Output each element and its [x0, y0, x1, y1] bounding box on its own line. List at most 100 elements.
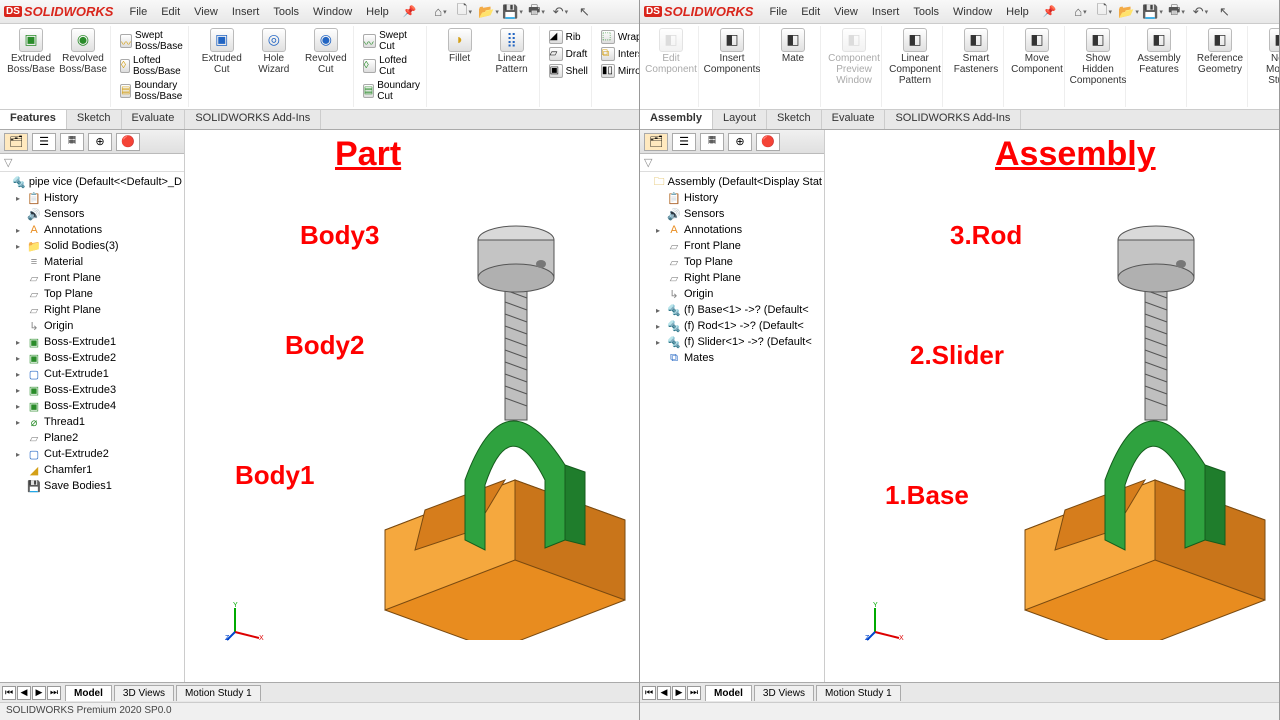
bottom-tab-3dviews[interactable]: 3D Views — [114, 685, 174, 701]
ribbon-button[interactable]: ◧Move Component — [1013, 28, 1061, 75]
bottom-tab-motion[interactable]: Motion Study 1 — [816, 685, 901, 701]
menu-window[interactable]: Window — [307, 4, 358, 20]
expand-icon[interactable]: ▸ — [16, 418, 24, 427]
open-icon[interactable]: 📂▾ — [1120, 4, 1136, 20]
tree-item[interactable]: ↳Origin — [642, 286, 822, 302]
bottom-tab-3dviews[interactable]: 3D Views — [754, 685, 814, 701]
expand-icon[interactable]: ▸ — [16, 386, 24, 395]
tree-item[interactable]: 🔊Sensors — [642, 206, 822, 222]
ribbon-button[interactable]: ◧Show Hidden Components — [1074, 28, 1122, 86]
expand-icon[interactable]: ▸ — [16, 402, 24, 411]
fm-tab-config-icon[interactable]: 𝄜 — [60, 133, 84, 151]
hole-wizard-button[interactable]: ◎Hole Wizard — [250, 28, 298, 75]
tree-item[interactable]: ▸▣Boss-Extrude4 — [2, 398, 182, 414]
tree-item[interactable]: ▸▢Cut-Extrude1 — [2, 366, 182, 382]
tree-item[interactable]: ▸▣Boss-Extrude3 — [2, 382, 182, 398]
fm-tab-dim-icon[interactable]: ⊕ — [728, 133, 752, 151]
print-icon[interactable]: 🖶▾ — [528, 4, 544, 20]
tree-item[interactable]: ▸📋History — [2, 190, 182, 206]
expand-icon[interactable]: ▸ — [16, 226, 24, 235]
tab-first-icon[interactable]: ⏮ — [642, 686, 656, 700]
expand-icon[interactable]: ▸ — [16, 194, 24, 203]
tab-sketch[interactable]: Sketch — [67, 110, 122, 129]
menu-help[interactable]: Help — [1000, 4, 1035, 20]
fm-tab-appear-icon[interactable]: 🔴 — [756, 133, 780, 151]
ribbon-button[interactable]: ◧Mate — [769, 28, 817, 64]
expand-icon[interactable]: ▸ — [656, 338, 664, 347]
fm-tab-dim-icon[interactable]: ⊕ — [88, 133, 112, 151]
intersect-button[interactable]: ⧉Intersect — [601, 47, 639, 61]
menu-edit[interactable]: Edit — [155, 4, 186, 20]
tab-evaluate[interactable]: Evaluate — [822, 110, 886, 129]
lofted-cut-button[interactable]: ◊Lofted Cut — [363, 55, 423, 77]
tree-item[interactable]: 💾Save Bodies1 — [2, 478, 182, 494]
expand-icon[interactable]: ▸ — [656, 322, 664, 331]
menu-insert[interactable]: Insert — [226, 4, 266, 20]
bottom-tab-model[interactable]: Model — [65, 685, 112, 701]
ribbon-button[interactable]: ◧Smart Fasteners — [952, 28, 1000, 75]
feature-tree-left[interactable]: 🔩pipe vice (Default<<Default>_D ▸📋Histor… — [0, 172, 184, 682]
tree-item[interactable]: ▱Right Plane — [2, 302, 182, 318]
tab-sketch[interactable]: Sketch — [767, 110, 822, 129]
ribbon-button[interactable]: ◧Assembly Features — [1135, 28, 1183, 75]
fm-tab-config-icon[interactable]: 𝄜 — [700, 133, 724, 151]
tree-item[interactable]: ↳Origin — [2, 318, 182, 334]
fillet-button[interactable]: ◗Fillet — [436, 28, 484, 75]
new-icon[interactable]: 🗋▾ — [1096, 4, 1112, 20]
tab-addins[interactable]: SOLIDWORKS Add-Ins — [885, 110, 1021, 129]
tree-item[interactable]: ⧉Mates — [642, 350, 822, 366]
tree-item[interactable]: ▸🔩(f) Rod<1> ->? (Default< — [642, 318, 822, 334]
fm-tab-prop-icon[interactable]: ☰ — [672, 133, 696, 151]
expand-icon[interactable]: ▸ — [16, 354, 24, 363]
menu-edit[interactable]: Edit — [795, 4, 826, 20]
extruded-boss-button[interactable]: ▣Extruded Boss/Base — [7, 28, 55, 75]
bottom-tab-model[interactable]: Model — [705, 685, 752, 701]
tree-item[interactable]: ▱Plane2 — [2, 430, 182, 446]
revolved-boss-button[interactable]: ◉Revolved Boss/Base — [59, 28, 107, 75]
menu-window[interactable]: Window — [947, 4, 998, 20]
undo-icon[interactable]: ↶▾ — [552, 4, 568, 20]
expand-icon[interactable]: ▸ — [16, 242, 24, 251]
expand-icon[interactable]: ▸ — [16, 450, 24, 459]
tree-item[interactable]: ▱Front Plane — [642, 238, 822, 254]
fm-tab-tree-icon[interactable]: 🗂 — [644, 133, 668, 151]
tab-addins[interactable]: SOLIDWORKS Add-Ins — [185, 110, 321, 129]
swept-boss-button[interactable]: 〰Swept Boss/Base — [120, 30, 185, 52]
tab-next-icon[interactable]: ▶ — [672, 686, 686, 700]
tree-item[interactable]: ▱Front Plane — [2, 270, 182, 286]
save-icon[interactable]: 💾▾ — [1144, 4, 1160, 20]
print-icon[interactable]: 🖶▾ — [1168, 4, 1184, 20]
viewport-left[interactable]: 🔍 🔎 ✂ Part Body3 Body2 Body1 — [185, 130, 639, 682]
boundary-boss-button[interactable]: ▤Boundary Boss/Base — [120, 80, 185, 102]
ribbon-button[interactable]: ◧Linear Component Pattern — [891, 28, 939, 86]
tree-item[interactable]: ▸▣Boss-Extrude1 — [2, 334, 182, 350]
wrap-button[interactable]: ⬚Wrap — [601, 30, 639, 44]
tree-item[interactable]: ▱Top Plane — [2, 286, 182, 302]
tab-first-icon[interactable]: ⏮ — [2, 686, 16, 700]
bottom-tab-motion[interactable]: Motion Study 1 — [176, 685, 261, 701]
new-icon[interactable]: 🗋▾ — [456, 4, 472, 20]
menu-insert[interactable]: Insert — [866, 4, 906, 20]
tree-item[interactable]: ▸🔩(f) Slider<1> ->? (Default< — [642, 334, 822, 350]
expand-icon[interactable]: ▸ — [16, 338, 24, 347]
expand-icon[interactable]: ▸ — [656, 226, 664, 235]
select-icon[interactable]: ↖ — [1216, 4, 1232, 20]
menu-pin-icon[interactable]: 📌 — [1037, 3, 1063, 20]
ribbon-button[interactable]: ◧New Motion Study — [1257, 28, 1279, 86]
tree-item[interactable]: 📋History — [642, 190, 822, 206]
open-icon[interactable]: 📂▾ — [480, 4, 496, 20]
fm-tab-tree-icon[interactable]: 🗂 — [4, 133, 28, 151]
revolved-cut-button[interactable]: ◉Revolved Cut — [302, 28, 350, 75]
menu-view[interactable]: View — [828, 4, 864, 20]
lofted-boss-button[interactable]: ◊Lofted Boss/Base — [120, 55, 185, 77]
fm-filter-icon[interactable]: ▽ — [640, 154, 824, 172]
viewport-right[interactable]: 🔍 🔎 ✂ Assembly 3.Rod 2.Slider 1.Base — [825, 130, 1279, 682]
mirror-button[interactable]: ▮▯Mirror — [601, 64, 639, 78]
tab-last-icon[interactable]: ⏭ — [687, 686, 701, 700]
tab-layout[interactable]: Layout — [713, 110, 767, 129]
home-icon[interactable]: ⌂▾ — [432, 4, 448, 20]
fm-tab-prop-icon[interactable]: ☰ — [32, 133, 56, 151]
tree-item[interactable]: ▸AAnnotations — [642, 222, 822, 238]
select-icon[interactable]: ↖ — [576, 4, 592, 20]
expand-icon[interactable]: ▸ — [16, 370, 24, 379]
